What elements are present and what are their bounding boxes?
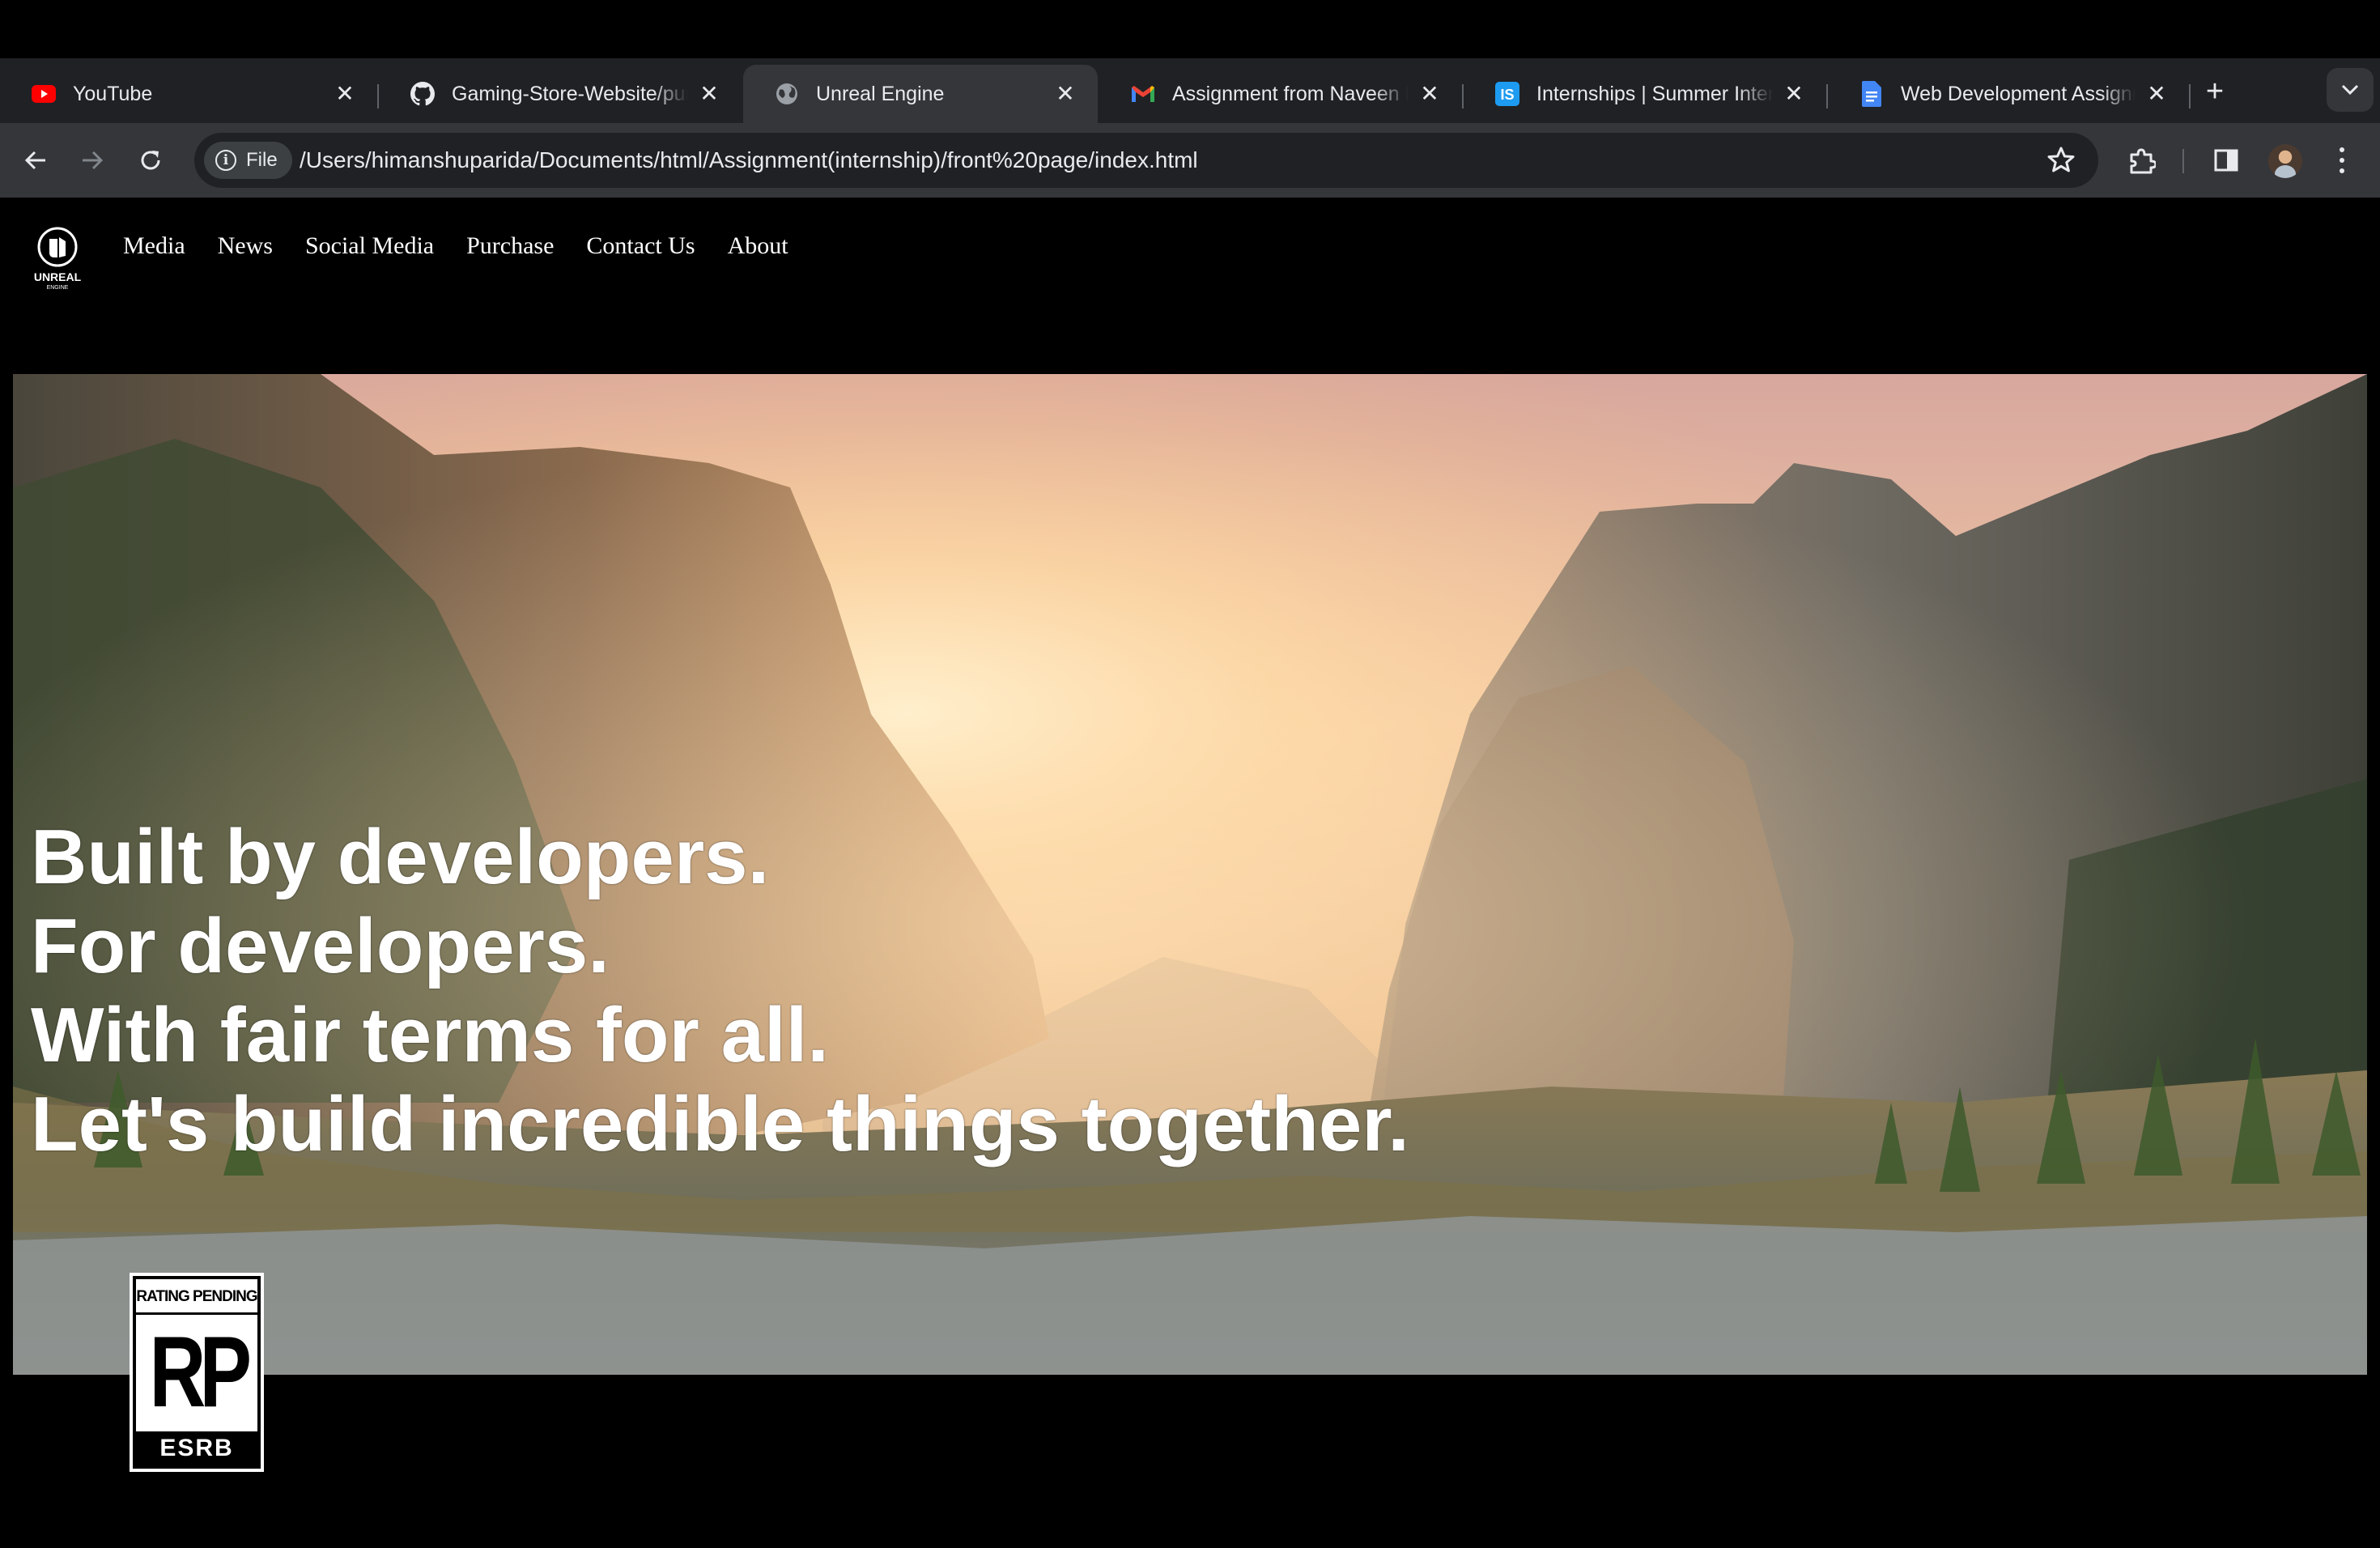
nav-link-news[interactable]: News (218, 230, 273, 262)
close-icon[interactable]: ✕ (332, 81, 358, 107)
info-icon: i (215, 150, 236, 171)
gmail-icon (1130, 81, 1156, 107)
extensions-button[interactable] (2124, 142, 2160, 178)
tab-search-button[interactable] (2327, 68, 2374, 112)
esrb-logo-label: ESRB (136, 1431, 257, 1465)
tab-github[interactable]: Gaming-Store-Website/pur ✕ (379, 65, 742, 123)
back-button[interactable] (18, 142, 53, 178)
logo-subtext: ENGINE (47, 285, 69, 291)
tab-strip: YouTube ✕ Gaming-Store-Website/pur ✕ Unr… (0, 58, 2380, 123)
nav-link-media[interactable]: Media (123, 230, 185, 262)
tab-title: Internships | Summer Intern (1536, 82, 1773, 105)
reload-button[interactable] (133, 142, 168, 178)
address-bar[interactable]: i File /Users/himanshuparida/Documents/h… (194, 133, 2098, 188)
nav-link-contact-us[interactable]: Contact Us (586, 230, 695, 262)
toolbar-divider (2182, 149, 2184, 173)
youtube-icon (31, 81, 57, 107)
puzzle-piece-icon (2130, 148, 2156, 174)
tab-title: Gaming-Store-Website/pur (452, 82, 688, 105)
tab-gmail[interactable]: Assignment from Naveen K ✕ (1099, 65, 1462, 123)
forward-button[interactable] (74, 142, 110, 178)
tab-youtube[interactable]: YouTube ✕ (0, 65, 377, 123)
google-docs-icon (1859, 81, 1885, 107)
close-icon[interactable]: ✕ (1417, 81, 1443, 107)
headline-line: With fair terms for all. (31, 992, 829, 1078)
tab-title: Assignment from Naveen K (1172, 82, 1409, 105)
site-info-label: File (246, 149, 278, 171)
headline-line: Built by developers. (31, 814, 770, 900)
logo-text: UNREAL (34, 270, 82, 283)
esrb-rating-badge: RATING PENDING RP ESRB (130, 1273, 264, 1472)
chevron-down-icon (2341, 84, 2359, 96)
hero-headline: Built by developers. For developers. Wit… (31, 813, 1409, 1169)
side-panel-button[interactable] (2208, 142, 2244, 178)
bookmark-star-icon[interactable] (2046, 146, 2076, 175)
tab-internshala[interactable]: IS Internships | Summer Intern ✕ (1464, 65, 1826, 123)
nav-link-about[interactable]: About (728, 230, 788, 262)
github-icon (410, 81, 436, 107)
tab-separator (2189, 84, 2191, 108)
close-icon[interactable]: ✕ (2144, 81, 2170, 107)
nav-link-social-media[interactable]: Social Media (305, 230, 434, 262)
hero-banner: Built by developers. For developers. Wit… (13, 374, 2367, 1375)
browser-menu-button[interactable] (2330, 142, 2354, 178)
side-panel-icon (2214, 149, 2238, 172)
window-titlebar (0, 0, 2380, 58)
tab-title: Web Development Assignm (1901, 82, 2136, 105)
url-text[interactable]: /Users/himanshuparida/Documents/html/Ass… (300, 133, 1198, 188)
esrb-rp-label: RP (149, 1316, 253, 1428)
close-icon[interactable]: ✕ (1052, 81, 1078, 107)
arrow-left-icon (24, 151, 45, 170)
browser-toolbar: i File /Users/himanshuparida/Documents/h… (0, 123, 2380, 198)
site-info-chip[interactable]: i File (204, 142, 292, 179)
headline-line: Let's build incredible things together. (31, 1081, 1409, 1167)
headline-line: For developers. (31, 903, 610, 989)
tab-title: Unreal Engine (816, 82, 945, 105)
tab-unreal-engine[interactable]: Unreal Engine ✕ (743, 65, 1098, 123)
profile-avatar[interactable] (2268, 144, 2302, 178)
reload-icon (141, 151, 160, 170)
close-icon[interactable]: ✕ (696, 81, 722, 107)
web-page: UNREAL ENGINE Media News Social Media Pu… (0, 198, 2380, 1548)
new-tab-button[interactable]: + (2197, 74, 2233, 110)
svg-text:IS: IS (1500, 87, 1514, 103)
tab-title: YouTube (73, 82, 153, 105)
globe-icon (774, 81, 800, 107)
close-icon[interactable]: ✕ (1781, 81, 1807, 107)
nav-link-purchase[interactable]: Purchase (466, 230, 554, 262)
unreal-engine-logo[interactable]: UNREAL ENGINE (29, 227, 86, 291)
arrow-right-icon (83, 151, 104, 170)
site-nav: Media News Social Media Purchase Contact… (123, 230, 788, 262)
internshala-icon: IS (1494, 81, 1520, 107)
esrb-rating-pending-label: RATING PENDING (136, 1279, 258, 1315)
tab-google-docs[interactable]: Web Development Assignm ✕ (1828, 65, 2189, 123)
